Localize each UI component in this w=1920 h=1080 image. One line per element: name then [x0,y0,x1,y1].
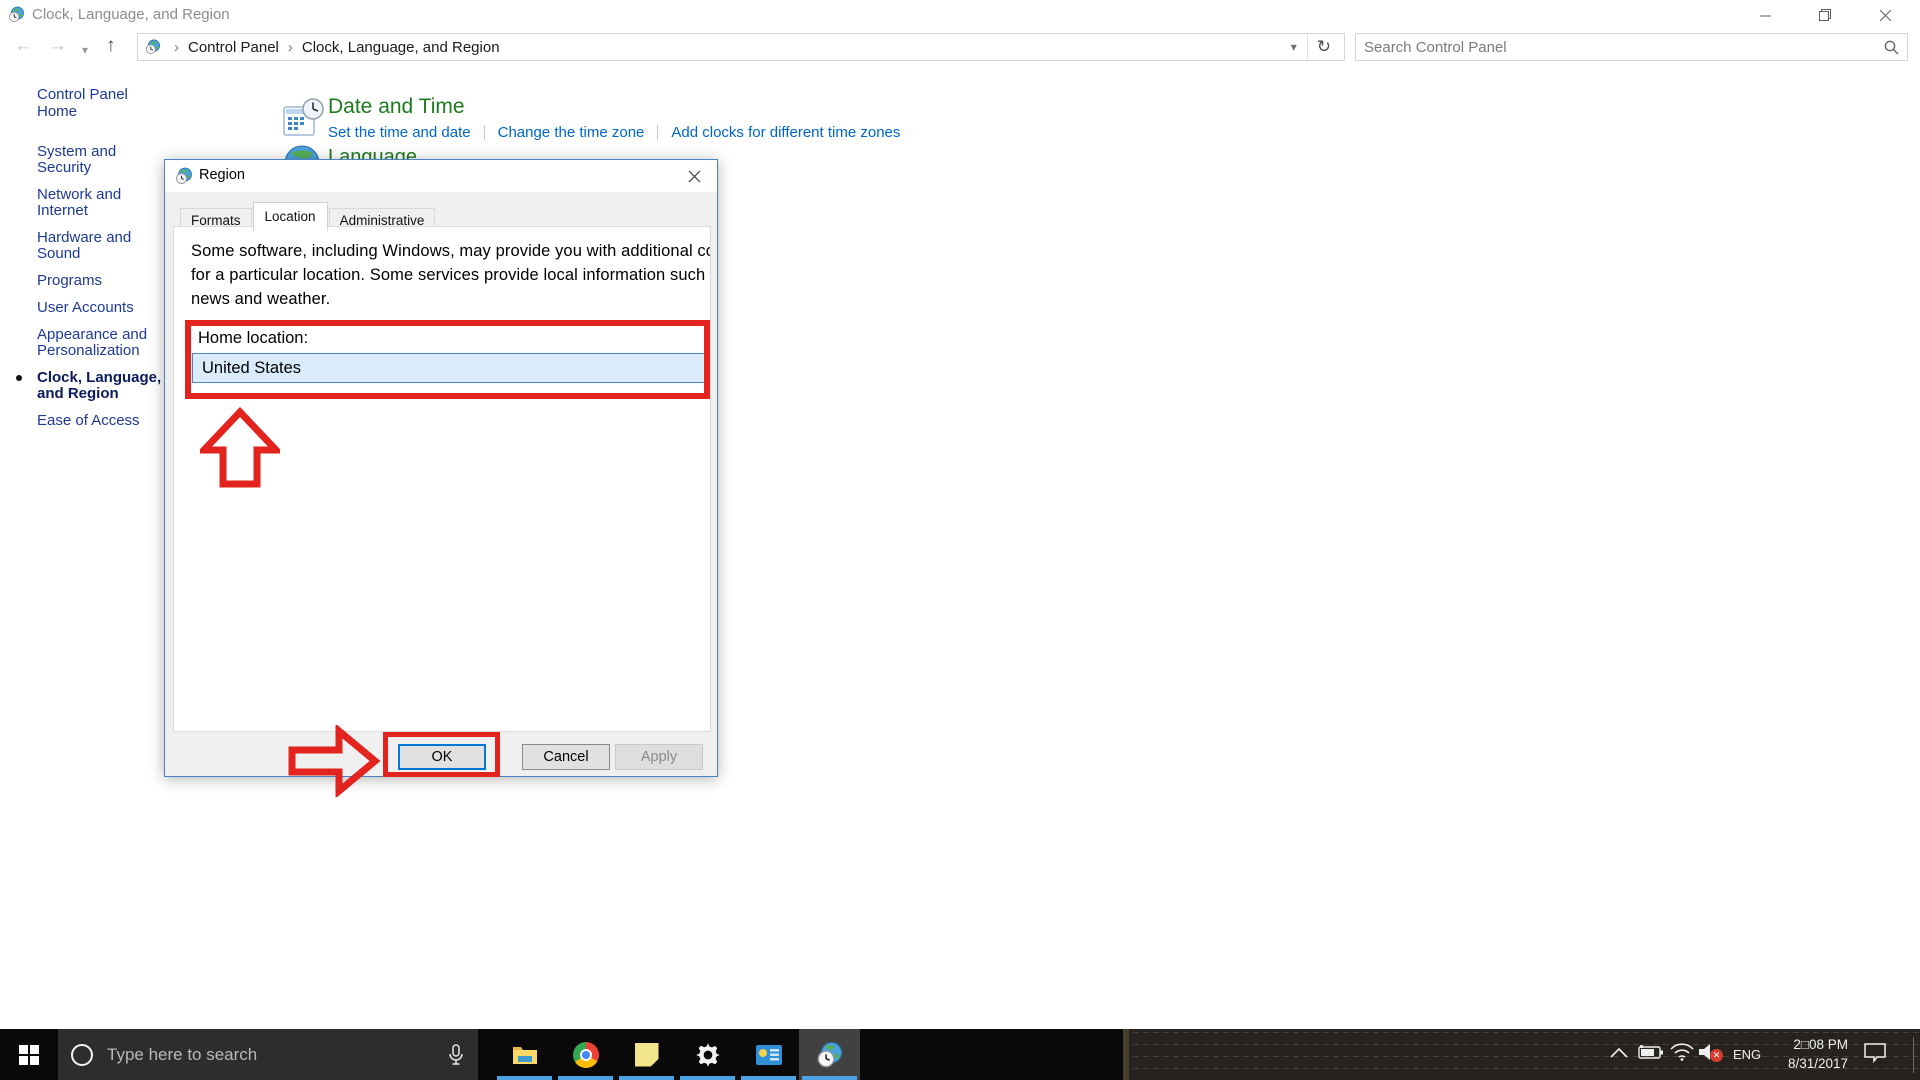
breadcrumb-current-page[interactable]: Clock, Language, and Region [302,39,500,56]
settings-gear-icon [695,1042,721,1068]
link-set-time-and-date[interactable]: Set the time and date [328,124,471,141]
dialog-description: Some software, including Windows, may pr… [191,239,710,311]
show-desktop-divider[interactable] [1913,1037,1914,1073]
tab-location[interactable]: Location [253,202,328,231]
search-input[interactable] [1364,39,1884,56]
chrome-icon [573,1042,599,1068]
tray-time: 2□08 PM [1762,1035,1848,1054]
sidebar-item-hardware-sound[interactable]: Hardware and Sound [37,230,171,262]
microphone-icon[interactable] [448,1044,464,1066]
cortana-icon [71,1044,93,1066]
action-center-icon[interactable] [1862,1041,1888,1063]
recent-pages-chevron-icon[interactable]: ▾ [82,38,88,62]
window-title: Clock, Language, and Region [32,6,230,23]
cancel-button[interactable]: Cancel [522,744,610,770]
description-line: news and weather. [191,287,710,311]
tray-volume-muted-icon[interactable]: ✕ [1697,1042,1725,1062]
dialog-titlebar[interactable]: Region [165,160,717,192]
link-change-time-zone[interactable]: Change the time zone [498,124,645,141]
region-dialog-icon [175,167,193,185]
link-add-clocks[interactable]: Add clocks for different time zones [671,124,900,141]
sidebar-item-user-accounts[interactable]: User Accounts [37,300,171,316]
taskbar-search-input[interactable] [107,1045,448,1065]
annotation-box-home-location [185,320,710,399]
dialog-close-button[interactable] [683,166,705,186]
running-indicator [802,1076,857,1080]
navigation-toolbar: ← → ▾ ↑ › Control Panel › Clock, Languag… [0,30,1920,64]
sidebar-item-ease-of-access[interactable]: Ease of Access [37,413,171,429]
taskbar-sticky-notes[interactable] [616,1029,677,1080]
date-time-links: Set the time and date Change the time zo… [328,124,900,141]
minimize-button[interactable] [1742,0,1788,30]
running-indicator [680,1076,735,1080]
link-separator [484,125,485,140]
sidebar-control-panel-home[interactable]: Control Panel Home [37,86,171,120]
sidebar-item-label: Clock, Language, and Region [37,369,161,402]
sidebar-item-appearance[interactable]: Appearance and Personalization [37,327,171,359]
tray-battery-icon[interactable] [1637,1044,1665,1060]
back-icon[interactable]: ← [14,34,33,58]
description-line: for a particular location. Some services… [191,263,710,287]
link-separator [657,125,658,140]
minimize-icon [1760,10,1771,21]
tray-date: 8/31/2017 [1762,1054,1848,1073]
mute-badge: ✕ [1710,1049,1723,1062]
restore-icon [1819,9,1831,21]
taskbar-artifact-seam [1123,1029,1129,1080]
taskbar-chrome[interactable] [555,1029,616,1080]
close-icon [1880,10,1891,21]
taskbar-region-window[interactable] [799,1029,860,1080]
sidebar-item-system-security[interactable]: System and Security [37,144,171,176]
annotation-box-ok [383,732,500,777]
section-title-date-and-time: Date and Time [328,95,465,119]
running-indicator [497,1076,552,1080]
sidebar-item-programs[interactable]: Programs [37,273,171,289]
running-indicator [741,1076,796,1080]
sidebar-item-network-internet[interactable]: Network and Internet [37,187,171,219]
date-and-time-icon [283,97,325,139]
search-icon [1884,40,1899,55]
taskbar [0,1029,1920,1080]
refresh-icon[interactable]: ↻ [1307,34,1340,60]
windows-logo-icon [19,1045,39,1065]
active-item-bullet [16,375,22,381]
sidebar: Control Panel Home System and Security N… [37,86,171,440]
restore-button[interactable] [1802,0,1848,30]
dialog-close-icon [688,170,701,183]
sidebar-item-clock-language-region[interactable]: Clock, Language, and Region [37,370,171,402]
dialog-title: Region [199,167,245,183]
breadcrumb-separator: › [288,39,293,56]
app-icon [8,6,25,23]
taskbar-settings[interactable] [677,1029,738,1080]
description-line: Some software, including Windows, may pr… [191,239,710,263]
tray-chevron-up-icon[interactable] [1608,1046,1630,1060]
annotation-arrow-right [287,725,381,797]
apply-button[interactable]: Apply [615,744,703,770]
control-panel-icon [755,1044,783,1066]
taskbar-file-explorer[interactable] [494,1029,555,1080]
taskbar-control-panel[interactable] [738,1029,799,1080]
annotation-arrow-up [200,407,280,489]
forward-icon[interactable]: → [48,34,67,58]
breadcrumb-icon [145,39,161,55]
address-dropdown-icon[interactable]: ▾ [1281,40,1307,54]
tray-clock[interactable]: 2□08 PM 8/31/2017 [1762,1035,1848,1073]
address-bar[interactable]: › Control Panel › Clock, Language, and R… [137,33,1345,61]
file-explorer-icon [512,1044,538,1066]
taskbar-searchbox[interactable] [58,1029,478,1080]
window-titlebar: Clock, Language, and Region [0,0,1920,30]
breadcrumb-separator: › [174,39,179,56]
tray-wifi-icon[interactable] [1669,1042,1695,1062]
running-indicator [558,1076,613,1080]
up-icon[interactable]: ↑ [106,34,116,58]
start-button[interactable] [0,1029,58,1080]
running-indicator [619,1076,674,1080]
close-button[interactable] [1862,0,1908,30]
tray-language-indicator[interactable]: ENG [1733,1047,1761,1062]
region-globe-clock-icon [816,1041,844,1069]
breadcrumb-control-panel[interactable]: Control Panel [188,39,279,56]
sticky-note-icon [635,1043,659,1067]
control-panel-searchbox[interactable] [1355,33,1908,61]
